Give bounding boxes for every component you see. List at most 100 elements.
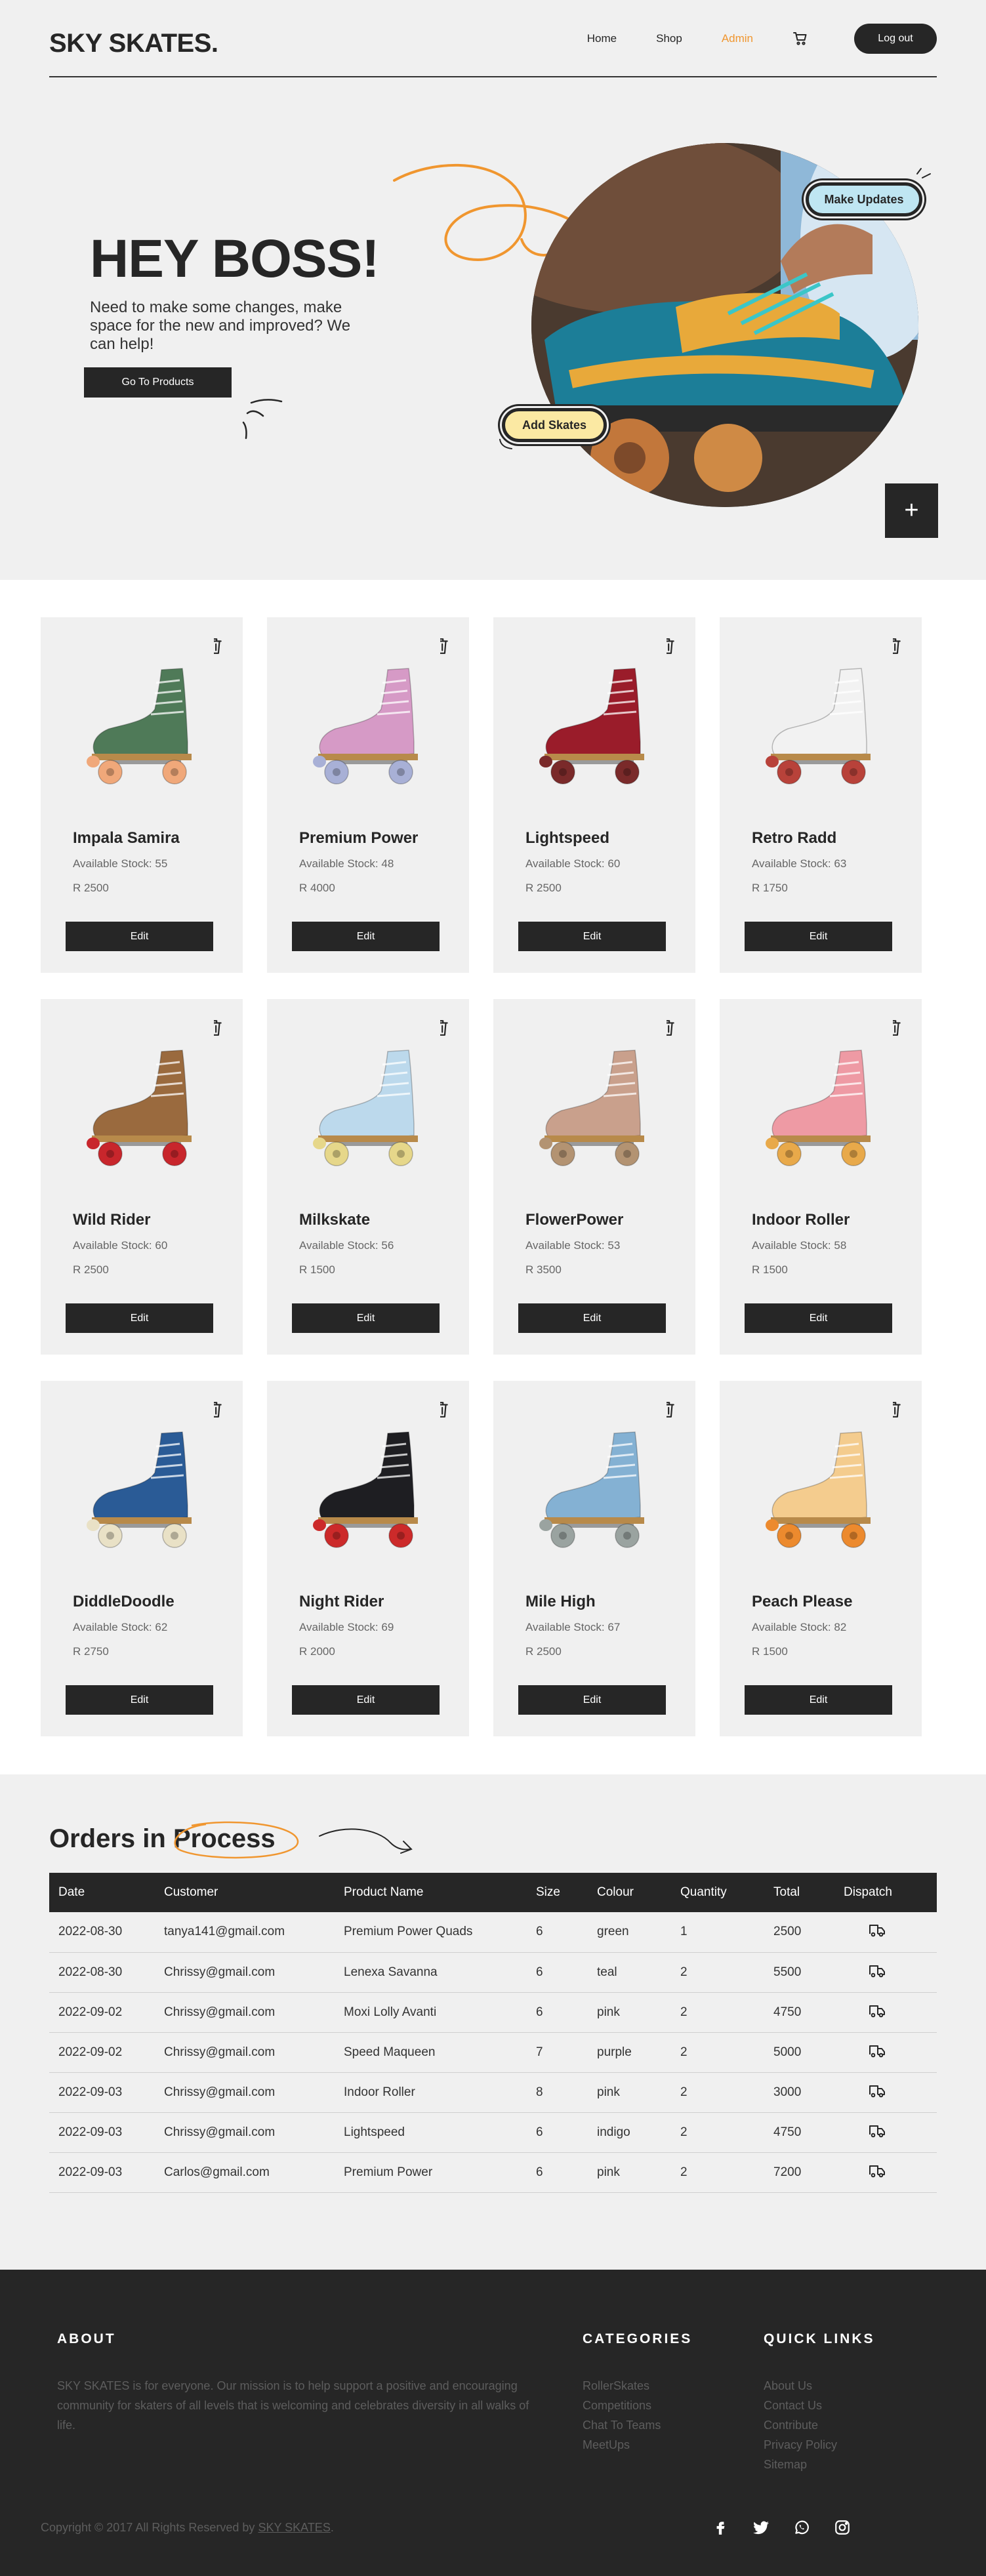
- social-links: [712, 2519, 851, 2536]
- footer-quick-link[interactable]: About Us: [764, 2376, 837, 2396]
- table-row: 2022-08-30 Chrissy@gmail.com Lenexa Savann…: [49, 1952, 937, 1993]
- truck-icon[interactable]: [869, 2083, 886, 2098]
- col-quantity: Quantity: [680, 1873, 773, 1912]
- nav-link-shop[interactable]: Shop: [656, 32, 682, 45]
- add-product-plus-button[interactable]: +: [885, 483, 938, 538]
- edit-button[interactable]: Edit: [518, 922, 666, 951]
- decorative-squiggle-left: [242, 399, 283, 440]
- truck-icon[interactable]: [869, 2163, 886, 2178]
- skate-image: [522, 1400, 667, 1558]
- footer-quick-link[interactable]: Privacy Policy: [764, 2435, 837, 2455]
- skate-image: [749, 1400, 893, 1558]
- order-total: 4750: [773, 1992, 844, 2033]
- truck-icon[interactable]: [869, 2003, 886, 2018]
- product-name: Peach Please: [752, 1593, 853, 1610]
- go-to-products-button[interactable]: Go To Products: [84, 367, 232, 398]
- facebook-icon[interactable]: [712, 2519, 729, 2536]
- skate-image: [749, 1019, 893, 1176]
- product-name: FlowerPower: [525, 1211, 624, 1229]
- order-quantity: 2: [680, 2152, 773, 2193]
- order-customer: Carlos@gmail.com: [164, 2152, 344, 2193]
- edit-button[interactable]: Edit: [66, 1303, 213, 1333]
- copyright: Copyright © 2017 All Rights Reserved by …: [41, 2521, 334, 2535]
- footer-quick-link[interactable]: Contact Us: [764, 2396, 837, 2415]
- logout-button[interactable]: Log out: [854, 24, 937, 54]
- order-total: 4750: [773, 2112, 844, 2153]
- edit-button[interactable]: Edit: [292, 922, 440, 951]
- order-colour: green: [597, 1912, 680, 1953]
- brand-logo[interactable]: SKY SKATES.: [49, 29, 218, 58]
- order-quantity: 1: [680, 1912, 773, 1953]
- truck-icon[interactable]: [869, 2123, 886, 2138]
- hero-subtitle: Need to make some changes, make space fo…: [90, 298, 351, 353]
- product-stock: Available Stock: 55: [73, 857, 168, 870]
- order-product: Premium Power Quads: [344, 1912, 536, 1953]
- footer-quick-link[interactable]: Contribute: [764, 2415, 837, 2435]
- make-updates-button[interactable]: Make Updates: [806, 182, 922, 216]
- skate-image: [296, 1400, 440, 1558]
- nav-link-home[interactable]: Home: [587, 32, 617, 45]
- add-skates-button[interactable]: Add Skates: [502, 408, 607, 442]
- order-quantity: 2: [680, 1952, 773, 1993]
- order-quantity: 2: [680, 2112, 773, 2153]
- edit-button[interactable]: Edit: [518, 1685, 666, 1715]
- order-dispatch: [844, 2152, 937, 2193]
- col-colour: Colour: [597, 1873, 680, 1912]
- edit-button[interactable]: Edit: [292, 1303, 440, 1333]
- skate-image: [70, 1400, 214, 1558]
- edit-button[interactable]: Edit: [745, 1685, 892, 1715]
- orders-body: 2022-08-30 tanya141@gmail.com Premium Powe…: [49, 1912, 937, 2193]
- order-dispatch: [844, 2112, 937, 2153]
- edit-button[interactable]: Edit: [66, 1685, 213, 1715]
- page: SKY SKATES. Home Shop Admin Log out HEY …: [0, 0, 986, 2576]
- decorative-arrow: [319, 1828, 413, 1854]
- hero-title: HEY BOSS!: [90, 229, 380, 289]
- table-row: 2022-09-03 Chrissy@gmail.com Lightspeed 6 in…: [49, 2112, 937, 2153]
- truck-icon[interactable]: [869, 2043, 886, 2058]
- skate-image: [749, 637, 893, 794]
- footer-quicklinks-heading: QUICK LINKS: [764, 2331, 875, 2346]
- table-row: 2022-09-02 Chrissy@gmail.com Speed Maqueen…: [49, 2032, 937, 2073]
- nav-link-admin[interactable]: Admin: [722, 32, 753, 45]
- orders-title-part1: Orders in: [49, 1824, 173, 1853]
- footer-quick-link[interactable]: Sitemap: [764, 2455, 837, 2474]
- product-price: R 4000: [299, 882, 335, 894]
- whatsapp-icon[interactable]: [793, 2519, 810, 2536]
- product-card: Indoor Roller Available Stock: 58 R 1500…: [720, 999, 922, 1355]
- col-customer: Customer: [164, 1873, 344, 1912]
- skate-image: [296, 1019, 440, 1176]
- footer-category-link[interactable]: Chat To Teams: [583, 2415, 661, 2435]
- product-name: Lightspeed: [525, 829, 610, 847]
- col-dispatch: Dispatch: [844, 1873, 937, 1912]
- twitter-icon[interactable]: [752, 2519, 770, 2536]
- order-total: 3000: [773, 2072, 844, 2113]
- col-date: Date: [49, 1873, 164, 1912]
- table-row: 2022-09-02 Chrissy@gmail.com Moxi Lolly Av…: [49, 1992, 937, 2033]
- product-stock: Available Stock: 82: [752, 1621, 847, 1633]
- edit-button[interactable]: Edit: [292, 1685, 440, 1715]
- copyright-brand-link[interactable]: SKY SKATES: [258, 2521, 330, 2534]
- truck-icon[interactable]: [869, 1963, 886, 1978]
- product-stock: Available Stock: 60: [73, 1239, 168, 1252]
- edit-button[interactable]: Edit: [745, 922, 892, 951]
- footer-category-link[interactable]: Competitions: [583, 2396, 661, 2415]
- footer-quicklinks-list: About Us Contact Us Contribute Privacy P…: [764, 2376, 837, 2474]
- product-price: R 2000: [299, 1645, 335, 1658]
- edit-button[interactable]: Edit: [66, 922, 213, 951]
- order-customer: Chrissy@gmail.com: [164, 2112, 344, 2153]
- order-product: Premium Power: [344, 2152, 536, 2193]
- footer-category-link[interactable]: RollerSkates: [583, 2376, 661, 2396]
- order-dispatch: [844, 1912, 937, 1953]
- product-price: R 1750: [752, 882, 788, 894]
- edit-button[interactable]: Edit: [518, 1303, 666, 1333]
- order-total: 5500: [773, 1952, 844, 1993]
- instagram-icon[interactable]: [834, 2519, 851, 2536]
- order-colour: pink: [597, 1992, 680, 2033]
- footer-category-link[interactable]: MeetUps: [583, 2435, 661, 2455]
- order-quantity: 2: [680, 2072, 773, 2113]
- product-stock: Available Stock: 63: [752, 857, 847, 870]
- cart-icon[interactable]: [792, 31, 808, 47]
- edit-button[interactable]: Edit: [745, 1303, 892, 1333]
- truck-icon[interactable]: [869, 1922, 886, 1938]
- order-size: 8: [536, 2072, 597, 2113]
